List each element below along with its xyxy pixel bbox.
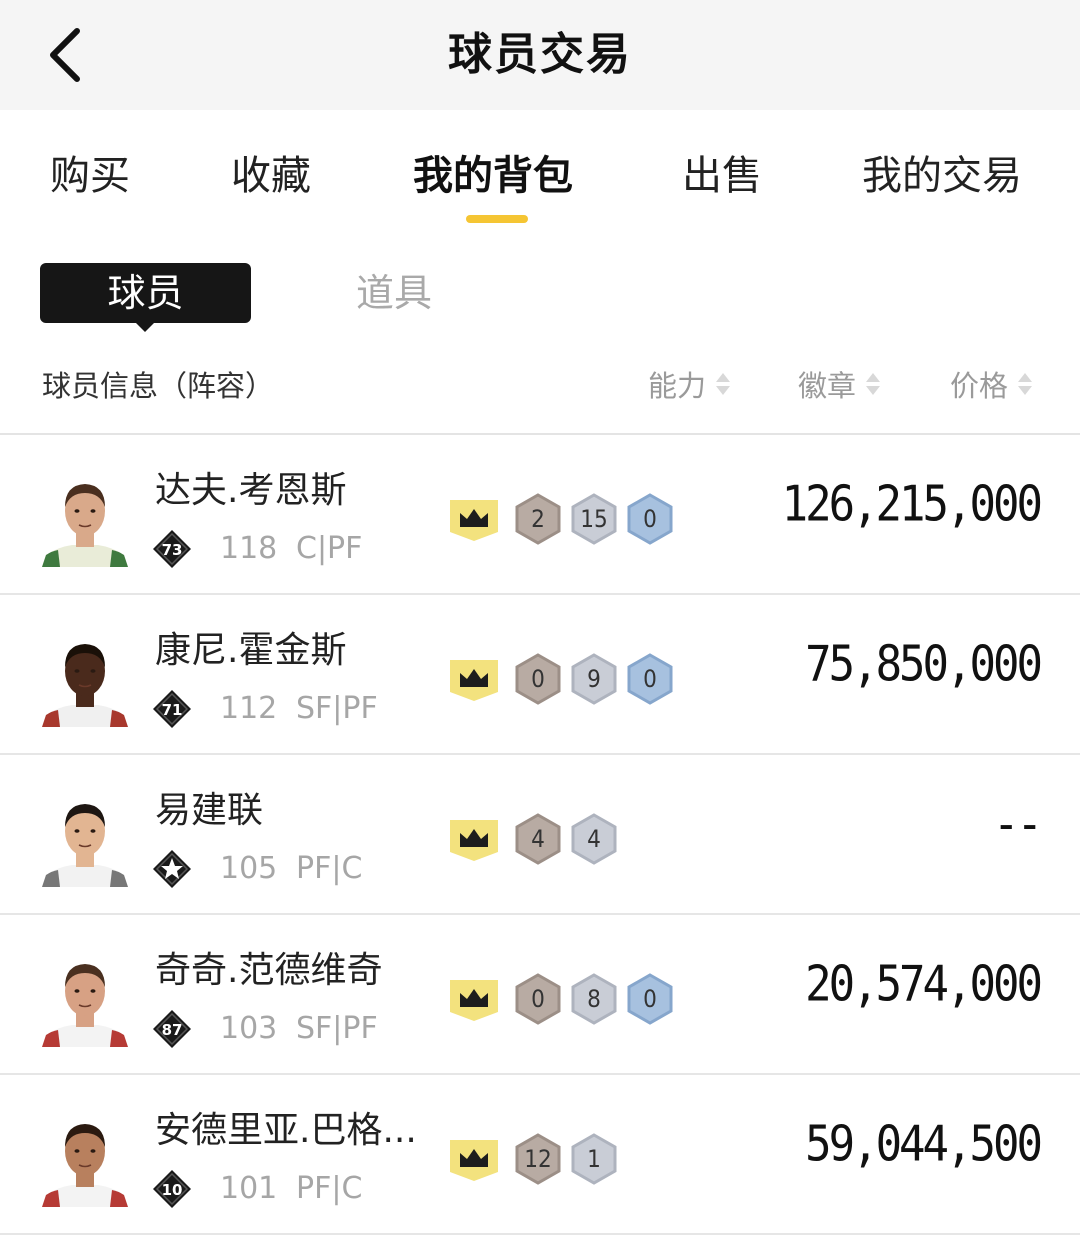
player-position: C|PF	[296, 531, 363, 566]
crown-icon	[450, 500, 498, 541]
crown-icon	[450, 1140, 498, 1181]
subtab-players[interactable]: 球员	[40, 263, 251, 332]
player-avatar	[42, 484, 128, 567]
sort-price-label: 价格	[950, 369, 1009, 403]
badge-value: 9	[587, 665, 601, 693]
lineup-rank-icon: 87	[153, 1010, 191, 1048]
sort-arrows-icon	[1018, 372, 1033, 396]
player-position: SF|PF	[296, 1011, 378, 1046]
lineup-rank-icon: 73	[153, 530, 191, 568]
badge-group: 12 1	[448, 1133, 626, 1185]
column-header: 球员信息（阵容） 能力 徽章 价格	[0, 345, 1080, 425]
badge-group: 2 15 0	[448, 493, 682, 545]
lineup-rank: 71	[162, 701, 183, 719]
sub-tabs: 球员 道具	[0, 230, 1080, 340]
player-row[interactable]: 康尼.霍金斯 71 112 SF|PF 0 9 0 75,850,000	[0, 595, 1080, 755]
top-bar: 球员交易	[0, 0, 1080, 110]
badge-value: 12	[524, 1145, 552, 1173]
badge-value: 2	[531, 505, 545, 533]
player-overall: 118	[220, 531, 278, 566]
badge-value: 0	[643, 665, 657, 693]
badge-value: 0	[643, 505, 657, 533]
main-tabs: 购买 收藏 我的背包 出售 我的交易	[0, 110, 1080, 230]
active-tab-indicator	[466, 215, 528, 223]
player-row[interactable]: 奇奇.范德维奇 87 103 SF|PF 0 8 0 20,574,000	[0, 915, 1080, 1075]
player-price: --	[993, 795, 1043, 854]
tab-buy[interactable]: 购买	[50, 146, 130, 206]
tab-my-trades[interactable]: 我的交易	[862, 146, 1022, 206]
player-position: PF|C	[296, 851, 363, 886]
badge-count: 9	[570, 653, 618, 705]
lineup-rank-icon: 10	[153, 1170, 191, 1208]
tab-favorites[interactable]: 收藏	[231, 146, 311, 206]
tab-my-backpack[interactable]: 我的背包	[413, 146, 573, 206]
badge-count: 4	[514, 813, 562, 865]
sort-arrows-icon	[866, 372, 881, 396]
badge-count: 2	[514, 493, 562, 545]
crown-icon	[450, 820, 498, 861]
player-avatar	[42, 1124, 128, 1207]
player-price: 126,215,000	[781, 475, 1043, 534]
badge-group: 0 8 0	[448, 973, 682, 1025]
player-row[interactable]: 达夫.考恩斯 73 118 C|PF 2 15 0 126,215,000	[0, 435, 1080, 595]
badge-count: 12	[514, 1133, 562, 1185]
badge-value: 0	[643, 985, 657, 1013]
player-name: 康尼.霍金斯	[155, 630, 347, 671]
sort-ability[interactable]: 能力	[648, 363, 731, 405]
badge-count: 0	[626, 653, 674, 705]
badge-value: 4	[531, 825, 545, 853]
player-price: 75,850,000	[805, 635, 1043, 694]
page-title: 球员交易	[448, 29, 632, 80]
badge-group: 0 9 0	[448, 653, 682, 705]
crown-icon	[450, 660, 498, 701]
player-position: SF|PF	[296, 691, 378, 726]
player-list: 达夫.考恩斯 73 118 C|PF 2 15 0 126,215,000 康尼.霍金斯 71 11…	[0, 435, 1080, 1235]
column-player-info: 球员信息（阵容）	[42, 369, 275, 403]
lineup-rank-icon	[153, 850, 191, 888]
player-position: PF|C	[296, 1171, 363, 1206]
badge-count: 0	[514, 973, 562, 1025]
badge-value: 8	[587, 985, 601, 1013]
player-avatar	[42, 644, 128, 727]
crown-icon	[450, 980, 498, 1021]
badge-count: 15	[570, 493, 618, 545]
badge-group: 44	[448, 813, 626, 865]
sort-badge-label: 徽章	[798, 369, 857, 403]
badge-value: 1	[587, 1145, 601, 1173]
subtab-items[interactable]: 道具	[356, 263, 432, 323]
sort-arrows-icon	[716, 372, 731, 396]
player-name: 安德里亚.巴格...	[155, 1110, 417, 1151]
badge-count: 0	[514, 653, 562, 705]
player-name: 易建联	[155, 790, 264, 831]
player-name: 达夫.考恩斯	[155, 470, 347, 511]
badge-value: 15	[580, 505, 608, 533]
player-price: 59,044,500	[805, 1115, 1043, 1174]
sort-price[interactable]: 价格	[950, 363, 1033, 405]
player-overall: 101	[220, 1171, 278, 1206]
player-price: 20,574,000	[805, 955, 1043, 1014]
player-overall: 105	[220, 851, 278, 886]
lineup-rank-icon: 71	[153, 690, 191, 728]
badge-count: 0	[626, 973, 674, 1025]
player-overall: 103	[220, 1011, 278, 1046]
badge-value: 0	[531, 985, 545, 1013]
player-row[interactable]: 安德里亚.巴格... 10 101 PF|C 12 1 59,044,500	[0, 1075, 1080, 1235]
badge-value: 4	[587, 825, 601, 853]
badge-count: 0	[626, 493, 674, 545]
badge-count: 4	[570, 813, 618, 865]
player-name: 奇奇.范德维奇	[155, 950, 383, 991]
lineup-rank: 73	[162, 541, 183, 559]
lineup-rank: 10	[162, 1181, 183, 1199]
player-row[interactable]: 易建联 105 PF|C 4 4 --	[0, 755, 1080, 915]
badge-count: 1	[570, 1133, 618, 1185]
lineup-rank: 87	[162, 1021, 183, 1039]
sort-ability-label: 能力	[648, 369, 707, 403]
badge-value: 0	[531, 665, 545, 693]
player-avatar	[42, 804, 128, 887]
player-overall: 112	[220, 691, 278, 726]
badge-count: 8	[570, 973, 618, 1025]
sort-badge[interactable]: 徽章	[798, 363, 881, 405]
player-avatar	[42, 964, 128, 1047]
tab-sell[interactable]: 出售	[682, 146, 762, 206]
